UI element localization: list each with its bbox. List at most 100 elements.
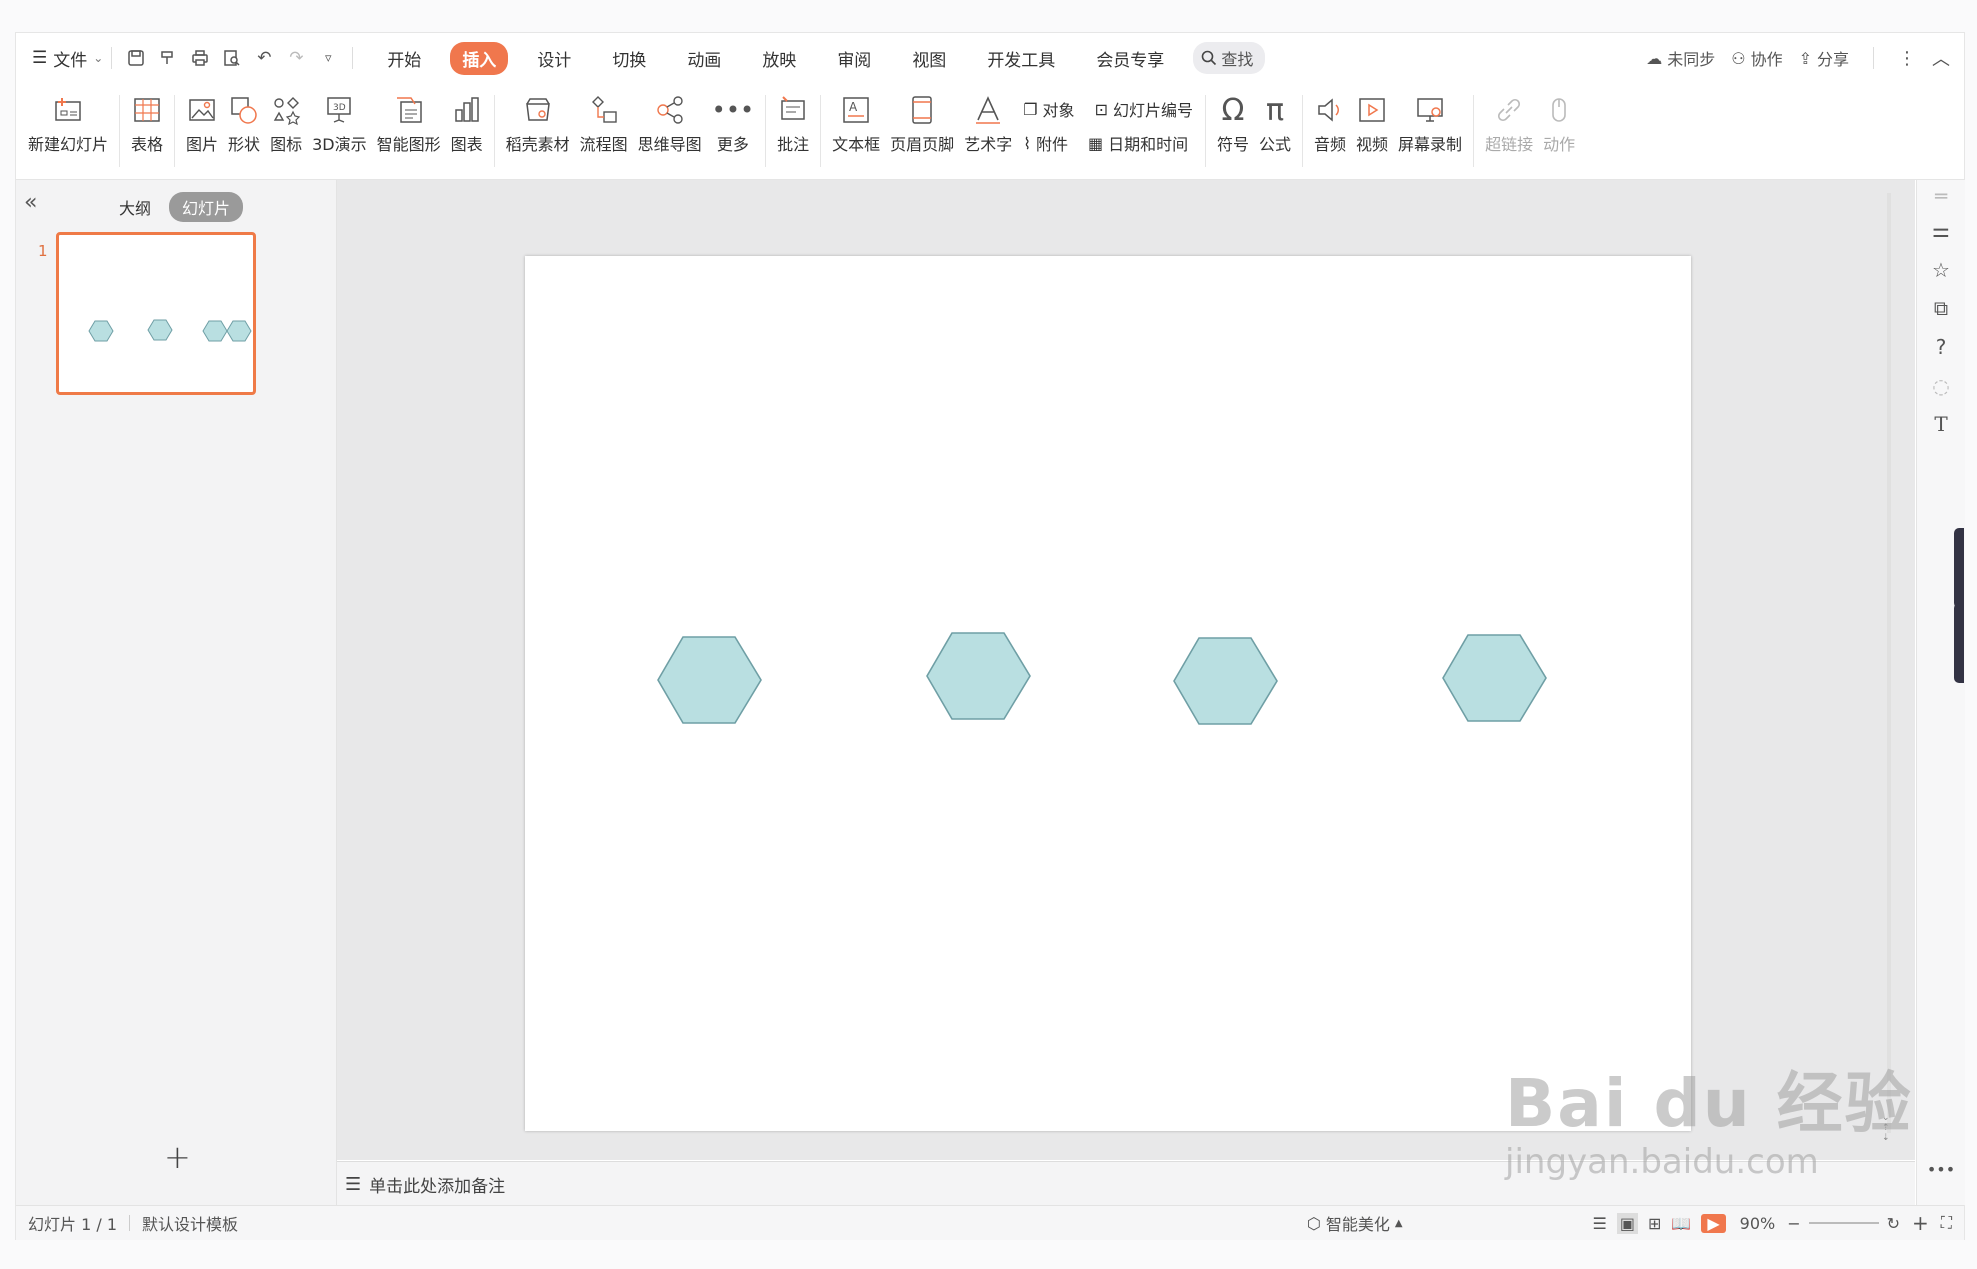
notes-bar[interactable]: ☰ 单击此处添加备注	[337, 1161, 1915, 1206]
slide-number-label[interactable]: 幻灯片编号	[1113, 97, 1193, 121]
app-window: ☰ 文件 ⌄ ↶ ↷ ▿ 开始 插入 设计 切换 动画 放映 审阅 视图 开发工…	[15, 32, 1965, 1240]
symbol-button[interactable]: Ω 符号	[1217, 83, 1249, 155]
material-button[interactable]: 稻壳素材	[506, 83, 570, 155]
divider	[1873, 47, 1874, 69]
redo-icon[interactable]: ↷	[283, 45, 309, 71]
divider	[1302, 95, 1304, 167]
customize-toolbar-icon[interactable]: ▿	[315, 45, 341, 71]
3d-demo-button[interactable]: 3D 3D演示	[312, 83, 367, 155]
attachment-button[interactable]: ⌇ 附件 ▦ 日期和时间	[1023, 131, 1193, 155]
slideshow-play-icon[interactable]: ▶	[1701, 1213, 1726, 1233]
help-icon[interactable]: ?	[1917, 335, 1965, 359]
divider	[352, 47, 354, 69]
zoom-out-icon[interactable]: −	[1787, 1214, 1800, 1233]
mindmap-button[interactable]: 思维导图	[638, 83, 702, 155]
comment-button[interactable]: 批注	[777, 83, 809, 155]
slide-layout-icon[interactable]: ⧉	[1917, 296, 1965, 320]
reading-view-icon[interactable]: 📖	[1671, 1214, 1691, 1233]
side-tab-handle[interactable]	[1954, 603, 1964, 683]
beautify-button[interactable]: ⬡ 智能美化 ▲	[1307, 1211, 1403, 1235]
more-button[interactable]: ••• 更多	[712, 83, 754, 155]
picture-button[interactable]: 图片	[186, 83, 218, 155]
grid-view-icon[interactable]: ⊞	[1648, 1214, 1661, 1233]
hyperlink-button[interactable]: 超链接	[1485, 83, 1533, 155]
icon-button[interactable]: 图标	[270, 83, 302, 155]
notes-toggle-icon[interactable]: ☰	[1593, 1214, 1607, 1233]
tab-slideshow[interactable]: 放映	[750, 42, 808, 75]
template-name[interactable]: 默认设计模板	[142, 1211, 238, 1235]
file-menu[interactable]: ☰ 文件 ⌄	[32, 46, 103, 71]
object-button[interactable]: ❐ 对象 ⊡ 幻灯片编号	[1023, 97, 1193, 121]
slide-thumbnail[interactable]	[56, 232, 256, 395]
zoom-level[interactable]: 90%	[1740, 1214, 1776, 1233]
normal-view-icon[interactable]: ▣	[1616, 1212, 1639, 1234]
zoom-in-icon[interactable]: +	[1912, 1211, 1929, 1235]
reset-zoom-icon[interactable]: ↻	[1887, 1214, 1900, 1233]
status-bar: 幻灯片 1 / 1 默认设计模板 ⬡ 智能美化 ▲ ☰ ▣ ⊞ 📖 ▶ 90% …	[16, 1205, 1964, 1240]
table-button[interactable]: 表格	[131, 83, 163, 155]
datetime-label[interactable]: 日期和时间	[1108, 131, 1188, 155]
add-slide-button[interactable]: +	[164, 1138, 191, 1176]
slide-canvas[interactable]	[525, 256, 1691, 1131]
fit-window-icon[interactable]: ⛶	[1941, 1213, 1952, 1233]
divider	[765, 95, 767, 167]
textbox-button[interactable]: A 文本框	[832, 83, 880, 155]
new-slide-label: 新建幻灯片	[28, 135, 109, 154]
tab-transition[interactable]: 切换	[600, 42, 658, 75]
new-slide-button[interactable]: 新建幻灯片	[28, 83, 108, 155]
more-options-icon[interactable]: •••	[1917, 1160, 1965, 1179]
right-toolbar: ═ ⚌ ☆ ⧉ ? ◌ T •••	[1916, 180, 1965, 1205]
zoom-slider[interactable]	[1808, 1222, 1879, 1224]
tab-design[interactable]: 设计	[525, 42, 583, 75]
tab-animation[interactable]: 动画	[675, 42, 733, 75]
scroll-arrows-icon[interactable]: ⌄ ⇡ ⇣	[1882, 1113, 1890, 1143]
collapse-panel-icon[interactable]: «	[24, 190, 37, 215]
formula-button[interactable]: π 公式	[1259, 83, 1291, 155]
save-icon[interactable]	[123, 45, 149, 71]
audio-button[interactable]: 音频	[1314, 83, 1346, 155]
print-icon[interactable]	[187, 45, 213, 71]
share-button[interactable]: ⇪ 分享	[1799, 46, 1849, 70]
properties-icon[interactable]: ⚌	[1917, 218, 1965, 242]
side-tab-handle[interactable]	[1954, 528, 1964, 608]
flowchart-button[interactable]: 流程图	[580, 83, 628, 155]
search-button[interactable]: 查找	[1193, 42, 1266, 74]
hexagon-shape[interactable]	[1442, 634, 1547, 722]
file-menu-label: 文件	[53, 50, 88, 71]
svg-text:3D: 3D	[333, 103, 346, 113]
screen-record-button[interactable]: 屏幕录制	[1398, 83, 1462, 155]
tab-insert[interactable]: 插入	[450, 41, 509, 75]
more-menu-icon[interactable]: ⋮	[1898, 48, 1916, 69]
smartart-button[interactable]: 智能图形	[377, 83, 441, 155]
tab-view[interactable]: 视图	[900, 42, 958, 75]
format-painter-icon[interactable]	[155, 45, 181, 71]
mouse-icon	[1552, 98, 1566, 122]
sync-button[interactable]: ☁ 未同步	[1646, 46, 1715, 70]
wordart-icon	[976, 96, 1001, 124]
pin-icon[interactable]: ☆	[1917, 258, 1965, 282]
tab-review[interactable]: 审阅	[825, 42, 883, 75]
table-label: 表格	[131, 135, 164, 154]
video-button[interactable]: 视频	[1356, 83, 1388, 155]
tab-developer[interactable]: 开发工具	[975, 42, 1067, 75]
chart-button[interactable]: 图表	[451, 83, 483, 155]
header-footer-button[interactable]: 页眉页脚	[890, 83, 954, 155]
vertical-scrollbar[interactable]: ⌄ ⇡ ⇣	[1882, 193, 1896, 1153]
lightbulb-icon[interactable]: ◌	[1917, 374, 1965, 398]
print-preview-icon[interactable]	[219, 45, 245, 71]
collapse-ribbon-icon[interactable]: ︿	[1932, 45, 1950, 71]
collab-button[interactable]: ⚇ 协作	[1731, 46, 1782, 70]
shape-button[interactable]: 形状	[228, 83, 260, 155]
hexagon-shape[interactable]	[926, 632, 1031, 720]
action-button[interactable]: 动作	[1543, 83, 1575, 155]
chevron-down-icon: ⌄	[93, 51, 104, 65]
wordart-button[interactable]: 艺术字	[964, 83, 1012, 155]
tab-outline[interactable]: 大纲	[106, 192, 164, 222]
undo-icon[interactable]: ↶	[251, 45, 277, 71]
text-format-icon[interactable]: T	[1917, 412, 1965, 436]
tab-home[interactable]: 开始	[375, 42, 433, 75]
tab-slides[interactable]: 幻灯片	[169, 192, 244, 222]
hexagon-shape[interactable]	[657, 636, 762, 724]
tab-member[interactable]: 会员专享	[1084, 42, 1176, 75]
hexagon-shape[interactable]	[1173, 637, 1278, 725]
